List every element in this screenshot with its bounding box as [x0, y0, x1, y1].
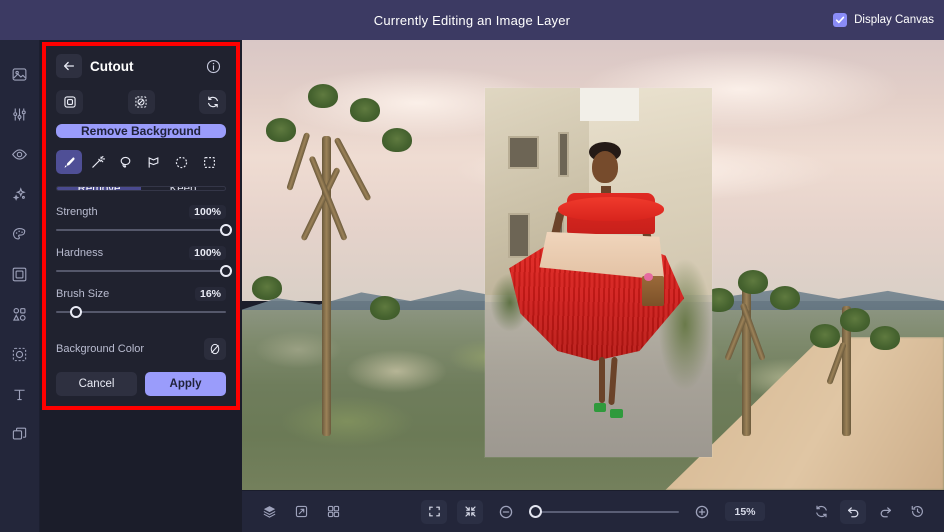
bottom-bar-center: 15%: [421, 499, 765, 524]
background-color-row: Background Color: [56, 338, 226, 360]
layers-panel-icon[interactable]: [256, 500, 282, 524]
fit-to-screen-icon[interactable]: [421, 499, 447, 524]
rail-item-shapes[interactable]: [0, 294, 40, 334]
slider-hardness-header: Hardness 100%: [56, 246, 226, 260]
zoom-in-button[interactable]: [689, 500, 715, 524]
display-canvas-checkbox[interactable]: [833, 13, 848, 27]
canvas-area: 15%: [242, 40, 944, 532]
redo-icon[interactable]: [872, 500, 898, 524]
slider-brush-size-header: Brush Size 16%: [56, 287, 226, 301]
rect-select-icon[interactable]: [196, 150, 222, 174]
slider-hardness-track[interactable]: [56, 265, 232, 277]
slider-hardness-knob[interactable]: [220, 265, 232, 277]
fill-screen-icon[interactable]: [457, 499, 483, 524]
body: Cutout Remove Background Strength 100% H…: [0, 40, 944, 532]
shoe-right: [609, 409, 623, 419]
slider-brush-size: Brush Size 16%: [56, 287, 226, 318]
zoom-slider-line: [536, 510, 679, 513]
slider-strength-line: [56, 229, 226, 231]
cutout-mode-row: [56, 90, 226, 114]
rail-item-layers[interactable]: [0, 414, 40, 454]
slider-strength-value: 100%: [189, 205, 226, 219]
zoom-slider-knob[interactable]: [529, 505, 542, 518]
head: [591, 150, 618, 183]
bottom-bar-right: [808, 499, 930, 524]
cutout-invert-icon[interactable]: [127, 90, 155, 114]
ellipse-select-icon[interactable]: [168, 150, 194, 174]
app-root: Currently Editing an Image Layer Display…: [0, 0, 944, 532]
slider-brush-size-track[interactable]: [56, 306, 226, 318]
shoe-left: [593, 403, 606, 413]
cutout-subject-icon[interactable]: [56, 90, 83, 114]
slider-brush-size-knob[interactable]: [70, 306, 83, 318]
polygon-lasso-tool-icon[interactable]: [140, 150, 166, 174]
brush-tool-icon[interactable]: [56, 150, 82, 174]
rail-item-image[interactable]: [0, 54, 40, 94]
cutout-reset-icon[interactable]: [199, 90, 226, 114]
slider-strength: Strength 100%: [56, 205, 232, 236]
top-bar: Currently Editing an Image Layer Display…: [0, 0, 944, 40]
handbag-flower: [643, 272, 653, 281]
rail-item-adjust[interactable]: [0, 94, 40, 134]
undo-icon[interactable]: [840, 499, 866, 524]
panel-title: Cutout: [90, 58, 134, 74]
figure: [485, 88, 712, 457]
page-title: Currently Editing an Image Layer: [373, 12, 571, 28]
rail-item-sparkle[interactable]: [0, 174, 40, 214]
rail-item-frame[interactable]: [0, 254, 40, 294]
zoom-slider[interactable]: [529, 505, 679, 519]
segment-remove[interactable]: Remove: [57, 187, 141, 190]
slider-strength-header: Strength 100%: [56, 205, 226, 219]
leg-right: [608, 357, 618, 406]
dress-ruffle: [557, 196, 665, 221]
transform-icon[interactable]: [288, 500, 314, 524]
side-panel-wrapper: Cutout Remove Background Strength 100% H…: [40, 40, 242, 532]
no-color-icon[interactable]: [204, 338, 226, 360]
slider-strength-knob[interactable]: [220, 224, 232, 236]
bottom-bar-left: [256, 500, 346, 524]
cutout-tool-row: [56, 150, 226, 174]
tool-rail: [0, 40, 40, 532]
segment-keep[interactable]: Keep: [141, 187, 225, 190]
slider-brush-size-label: Brush Size: [56, 288, 110, 300]
image-layer[interactable]: [485, 88, 712, 457]
zoom-percent[interactable]: 15%: [725, 502, 765, 521]
grid-icon[interactable]: [320, 500, 346, 524]
info-icon[interactable]: [200, 54, 226, 78]
background-color-label: Background Color: [56, 343, 145, 355]
remove-background-button[interactable]: Remove Background: [56, 124, 226, 138]
slider-strength-label: Strength: [56, 206, 98, 218]
rail-item-eye[interactable]: [0, 134, 40, 174]
apply-button[interactable]: Apply: [145, 372, 226, 396]
slider-strength-track[interactable]: [56, 224, 232, 236]
slider-brush-size-value: 16%: [194, 287, 226, 301]
rail-item-cutout[interactable]: [0, 334, 40, 374]
bottom-bar: 15%: [242, 490, 944, 532]
back-button[interactable]: [56, 54, 82, 78]
panel-footer: Cancel Apply: [56, 372, 226, 396]
slider-hardness-label: Hardness: [56, 247, 104, 259]
slider-hardness-value: 100%: [189, 246, 226, 260]
rail-item-palette[interactable]: [0, 214, 40, 254]
display-canvas-toggle[interactable]: Display Canvas: [833, 0, 934, 40]
refresh-icon[interactable]: [808, 500, 834, 524]
lasso-tool-icon[interactable]: [112, 150, 138, 174]
display-canvas-label: Display Canvas: [854, 14, 934, 26]
cancel-button[interactable]: Cancel: [56, 372, 137, 396]
history-icon[interactable]: [904, 500, 930, 524]
slider-hardness: Hardness 100%: [56, 246, 232, 277]
handbag: [641, 276, 664, 307]
rail-item-text[interactable]: [0, 374, 40, 414]
leg-left: [598, 357, 605, 404]
slider-hardness-line: [56, 270, 226, 272]
zoom-out-button[interactable]: [493, 500, 519, 524]
magic-wand-tool-icon[interactable]: [84, 150, 110, 174]
remove-keep-segment: Remove Keep: [56, 186, 226, 191]
panel-header: Cutout: [56, 54, 226, 78]
cutout-panel: Cutout Remove Background Strength 100% H…: [42, 42, 240, 410]
canvas-stage[interactable]: [242, 40, 944, 490]
